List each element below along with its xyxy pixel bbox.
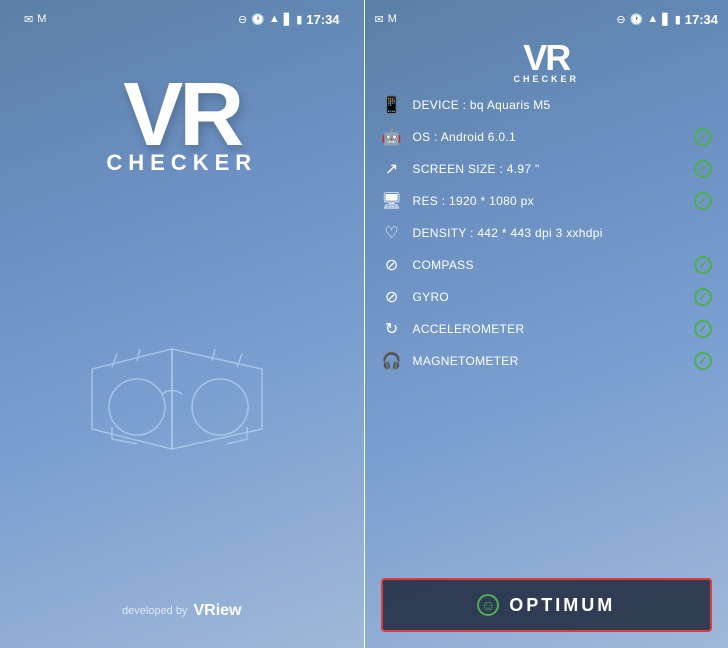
os-check-icon: [694, 128, 712, 146]
compass-icon: ⊘: [381, 254, 403, 276]
device-icon: 📱: [381, 94, 403, 116]
accelerometer-check-icon: [694, 320, 712, 338]
compass-text: COMPASS: [413, 258, 684, 272]
battery-icon-right: ▮: [675, 13, 681, 26]
status-icons-right-left: ✉ M: [375, 13, 397, 26]
spec-row-accelerometer: ↻ ACCELEROMETER: [381, 318, 712, 340]
vr-logo-left: VR CHECKER: [106, 70, 257, 176]
density-icon: ♡: [381, 222, 403, 244]
gyro-check-icon: [694, 288, 712, 306]
signal-icon-left: ▋: [284, 13, 292, 26]
device-text: DEVICE : bq Aquaris M5: [413, 98, 712, 112]
minus-icon-left: ⊖: [238, 13, 247, 26]
developed-by: developed by VRiew: [122, 602, 241, 620]
magnetometer-icon: 🎧: [381, 350, 403, 372]
minus-icon-right: ⊖: [616, 13, 625, 26]
spec-row-magnetometer: 🎧 MAGNETOMETER: [381, 350, 712, 372]
screen-icon: ↗: [381, 158, 403, 180]
spec-row-device: 📱 DEVICE : bq Aquaris M5: [381, 94, 712, 116]
res-icon: 🖥: [381, 190, 403, 212]
clock-icon-left: 🕐: [251, 13, 265, 26]
checker-label-left: CHECKER: [106, 150, 257, 176]
vr-logo-right: VR CHECKER: [365, 30, 728, 88]
wifi-icon-right: ▲: [647, 13, 658, 25]
specs-list: 📱 DEVICE : bq Aquaris M5 🤖 OS : Android 6.0…: [365, 88, 728, 566]
gyro-text: GYRO: [413, 290, 684, 304]
status-bar-left: ✉ M ⊖ 🕐 ▲ ▋ ▮ 17:34: [20, 0, 344, 30]
vr-title-left: VR: [123, 70, 240, 160]
res-check-icon: [694, 192, 712, 210]
status-system-icons-left: ⊖ 🕐 ▲ ▋ ▮ 17:34: [238, 12, 340, 27]
spec-row-gyro: ⊘ GYRO: [381, 286, 712, 308]
accelerometer-text: ACCELEROMETER: [413, 322, 684, 336]
density-text: DENSITY : 442 * 443 dpi 3 xxhdpi: [413, 226, 712, 240]
gmail-icon-right: M: [388, 13, 397, 25]
cardboard-container: [72, 196, 292, 602]
optimum-label: OPTIMUM: [509, 595, 615, 616]
msg-icon-right: ✉: [375, 13, 384, 26]
screen-text: SCREEN SIZE : 4.97 ": [413, 162, 684, 176]
developed-by-text: developed by: [122, 605, 187, 617]
signal-icon-right: ▋: [662, 13, 670, 26]
battery-icon-left: ▮: [296, 13, 302, 26]
checker-label-right: CHECKER: [514, 74, 580, 84]
os-icon: 🤖: [381, 126, 403, 148]
magnetometer-check-icon: [694, 352, 712, 370]
status-icons-left: ✉ M: [24, 13, 46, 26]
spec-row-res: 🖥 RES : 1920 * 1080 px: [381, 190, 712, 212]
right-panel: ✉ M ⊖ 🕐 ▲ ▋ ▮ 17:34 VR CHECKER 📱 DEVICE :…: [365, 0, 728, 648]
status-system-icons-right: ⊖ 🕐 ▲ ▋ ▮ 17:34: [616, 12, 718, 27]
left-panel: ✉ M ⊖ 🕐 ▲ ▋ ▮ 17:34 VR CHECKER: [0, 0, 364, 648]
res-text: RES : 1920 * 1080 px: [413, 194, 684, 208]
spec-row-os: 🤖 OS : Android 6.0.1: [381, 126, 712, 148]
gmail-icon-left: M: [37, 13, 46, 25]
gyro-icon: ⊘: [381, 286, 403, 308]
cardboard-svg: [72, 319, 292, 479]
clock-icon-right: 🕐: [630, 13, 644, 26]
accelerometer-icon: ↻: [381, 318, 403, 340]
spec-row-compass: ⊘ COMPASS: [381, 254, 712, 276]
screen-check-icon: [694, 160, 712, 178]
spec-row-screen: ↗ SCREEN SIZE : 4.97 ": [381, 158, 712, 180]
msg-icon-left: ✉: [24, 13, 33, 26]
os-text: OS : Android 6.0.1: [413, 130, 684, 144]
optimum-button[interactable]: ☺ OPTIMUM: [381, 578, 712, 632]
optimum-smile-icon: ☺: [477, 594, 499, 616]
vriew-logo: VRiew: [193, 602, 241, 620]
status-bar-right: ✉ M ⊖ 🕐 ▲ ▋ ▮ 17:34: [365, 0, 728, 30]
vr-title-right: VR: [523, 40, 569, 76]
magnetometer-text: MAGNETOMETER: [413, 354, 684, 368]
optimum-button-container: ☺ OPTIMUM: [365, 566, 728, 648]
spec-row-density: ♡ DENSITY : 442 * 443 dpi 3 xxhdpi: [381, 222, 712, 244]
wifi-icon-left: ▲: [269, 13, 280, 25]
compass-check-icon: [694, 256, 712, 274]
status-time-left: 17:34: [306, 12, 339, 27]
status-time-right: 17:34: [685, 12, 718, 27]
